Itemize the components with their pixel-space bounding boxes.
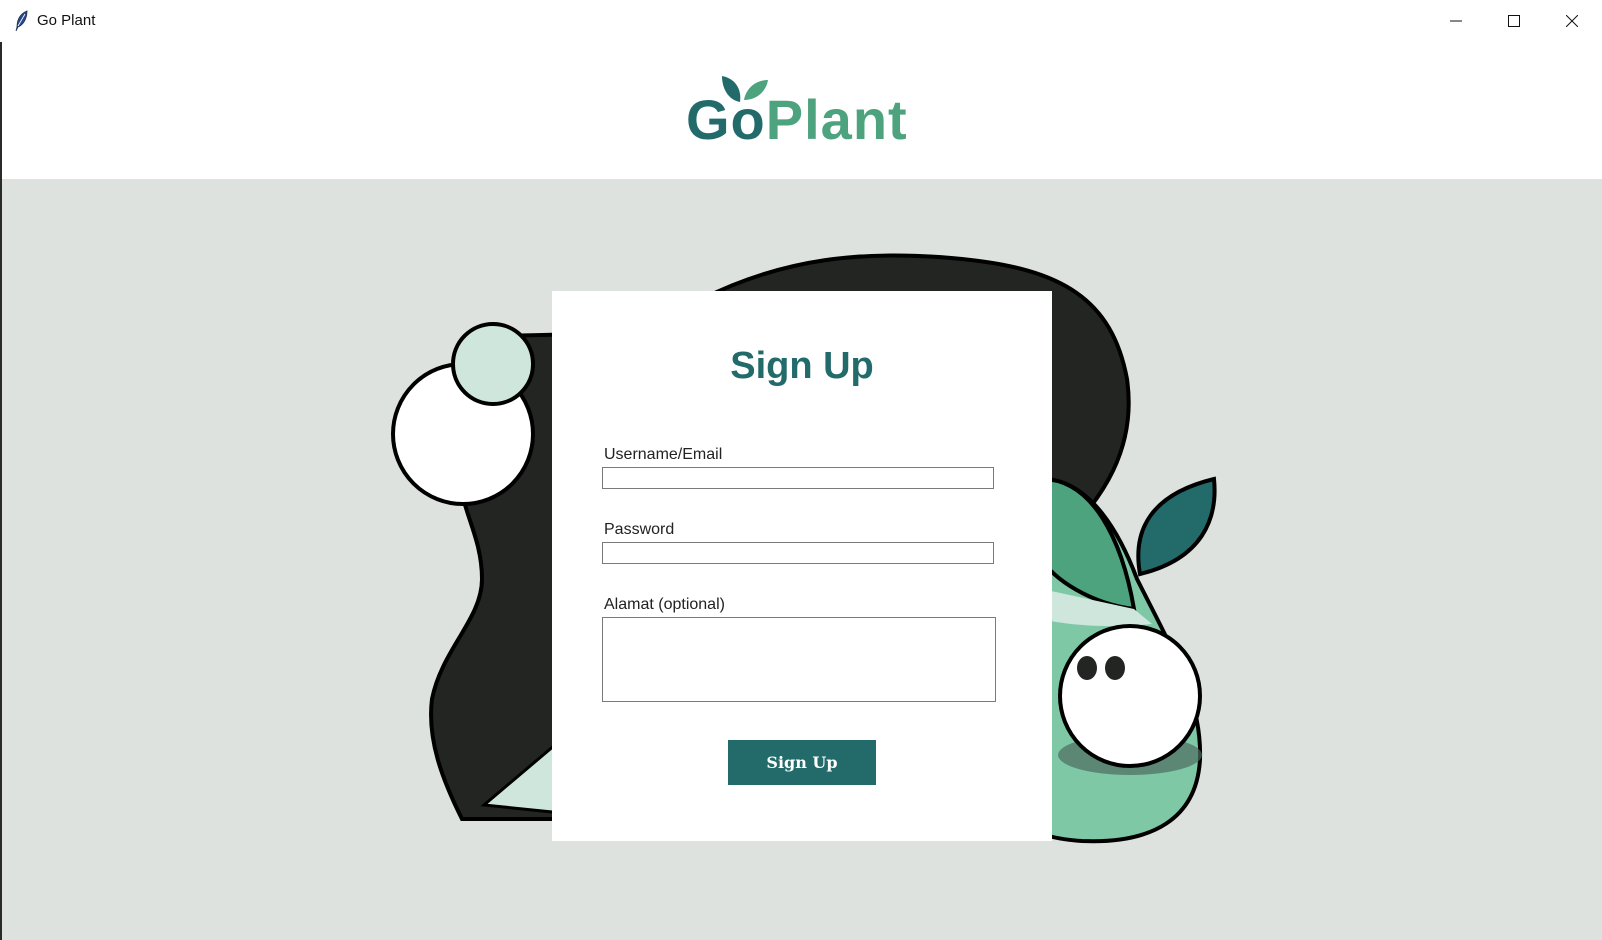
username-label: Username/Email <box>604 446 723 463</box>
character-eye <box>1058 624 1202 768</box>
goplant-logo: GoPlant <box>686 70 926 150</box>
logo-go: Go <box>686 88 766 151</box>
mint-circle <box>451 322 535 406</box>
window-title: Go Plant <box>37 12 96 29</box>
maximize-button[interactable] <box>1486 0 1542 42</box>
teal-leaf <box>1136 476 1217 577</box>
minimize-icon <box>1450 15 1462 27</box>
title-bar: Go Plant <box>0 0 1602 42</box>
address-textarea[interactable] <box>602 617 996 702</box>
pupil-right <box>1105 656 1125 680</box>
header: GoPlant <box>2 42 1602 179</box>
pupil-left <box>1077 656 1097 680</box>
username-input[interactable] <box>602 467 994 489</box>
maximize-icon <box>1508 15 1520 27</box>
logo-text: GoPlant <box>686 92 908 148</box>
logo-plant: Plant <box>765 88 908 151</box>
minimize-button[interactable] <box>1428 0 1484 42</box>
signup-title: Sign Up <box>730 345 874 387</box>
feather-icon <box>14 10 30 32</box>
signup-button[interactable]: Sign Up <box>728 740 876 785</box>
app-window: Go Plant GoPlant Sign Up Username/Email … <box>0 0 1602 940</box>
password-input[interactable] <box>602 542 994 564</box>
signup-card: Sign Up Username/Email Password Alamat (… <box>552 291 1052 841</box>
password-label: Password <box>604 521 675 538</box>
address-label: Alamat (optional) <box>604 596 725 613</box>
close-icon <box>1566 15 1578 27</box>
close-button[interactable] <box>1544 0 1600 42</box>
